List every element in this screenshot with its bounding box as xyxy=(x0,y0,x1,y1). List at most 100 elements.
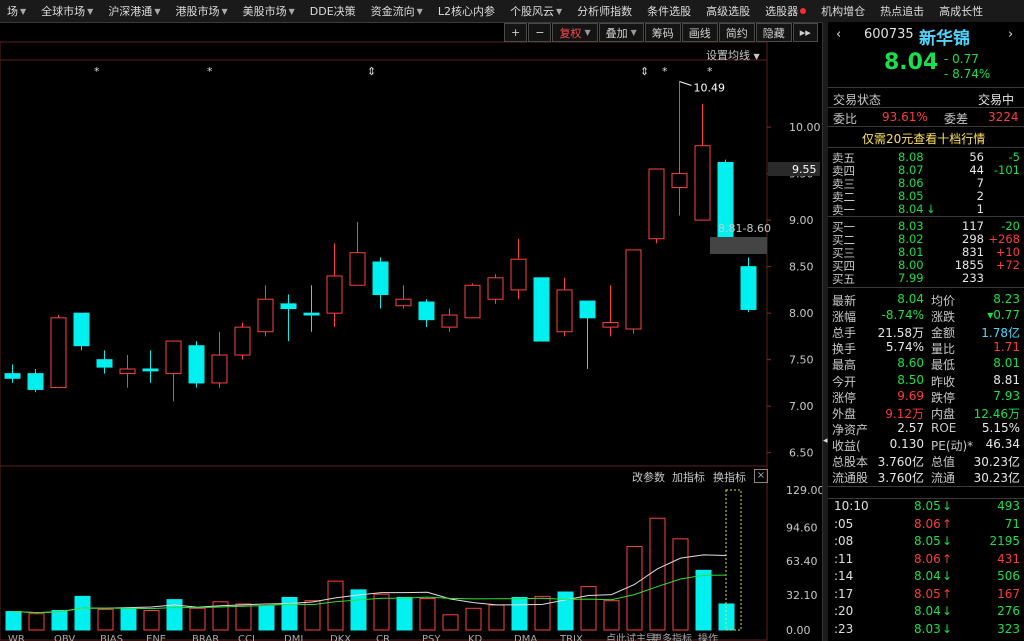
menu-item[interactable]: 沪深港通 ▼ xyxy=(101,0,168,22)
candle-body[interactable] xyxy=(142,368,159,372)
collapse-arrow-icon[interactable]: ◂ xyxy=(823,436,828,446)
menu-item[interactable]: 美股市场 ▼ xyxy=(236,0,303,22)
edit-params-button[interactable]: 改参数 xyxy=(632,469,665,485)
ask-row[interactable]: 卖四 8.07 44 -101 xyxy=(828,163,1024,178)
indicator-tab[interactable]: ENE xyxy=(146,633,166,641)
event-marker[interactable]: * xyxy=(207,65,213,78)
candle-body[interactable] xyxy=(556,289,573,333)
candle-body[interactable] xyxy=(487,277,504,300)
indicator-tab[interactable]: DKX xyxy=(330,633,351,641)
indicator-tab[interactable]: PSY xyxy=(422,633,441,641)
volume-bar[interactable] xyxy=(465,607,482,631)
candle-body[interactable] xyxy=(4,373,21,379)
candle-body[interactable] xyxy=(96,359,113,368)
candle-body[interactable] xyxy=(119,368,136,375)
ask-row[interactable]: 卖二 8.05 2 xyxy=(828,189,1024,204)
volume-bar[interactable] xyxy=(603,600,620,631)
candle-body[interactable] xyxy=(418,301,435,321)
indicator-tab[interactable]: 操作 xyxy=(698,633,718,641)
candle-body[interactable] xyxy=(211,354,228,384)
volume-bar[interactable] xyxy=(120,607,137,631)
candle-body[interactable] xyxy=(510,258,527,291)
candle-body[interactable] xyxy=(303,312,320,316)
candle-body[interactable] xyxy=(50,317,67,389)
volume-bar[interactable] xyxy=(74,595,91,631)
indicator-tab[interactable]: OBV xyxy=(54,633,75,641)
volume-bar[interactable] xyxy=(488,604,505,631)
event-marker[interactable]: * xyxy=(707,65,713,78)
menu-item[interactable]: 全球市场 ▼ xyxy=(34,0,101,22)
volume-bar[interactable] xyxy=(534,595,551,631)
menu-item[interactable]: 高成长性 xyxy=(932,0,991,22)
volume-bar[interactable] xyxy=(695,569,712,631)
add-indicator-button[interactable]: 加指标 xyxy=(672,469,705,485)
bid-row[interactable]: 买五 7.99 233 xyxy=(828,271,1024,286)
candle-body[interactable] xyxy=(257,298,274,333)
candle-body[interactable] xyxy=(441,314,458,328)
volume-bar[interactable] xyxy=(189,607,206,631)
bid-row[interactable]: 买二 8.02 298 +268 xyxy=(828,232,1024,247)
indicator-tab[interactable]: 点此试主导 xyxy=(606,633,656,641)
volume-bar[interactable] xyxy=(396,596,413,631)
ma-setting-button[interactable]: 设置均线 ▼ xyxy=(706,47,760,63)
bid-row[interactable]: 买一 8.03 117 -20 xyxy=(828,219,1024,234)
volume-bar[interactable] xyxy=(419,598,436,631)
volume-bar[interactable] xyxy=(281,596,298,631)
volume-bar[interactable] xyxy=(672,538,689,631)
bid-row[interactable]: 买四 8.00 1855 +72 xyxy=(828,258,1024,273)
menu-item[interactable]: 高级选股 xyxy=(699,0,758,22)
candle-body[interactable] xyxy=(372,261,389,296)
volume-bar[interactable] xyxy=(5,611,22,631)
indicator-tab[interactable]: WR xyxy=(8,633,25,641)
volume-bar[interactable] xyxy=(649,517,666,631)
menu-item[interactable]: 选股器 xyxy=(758,0,814,22)
candle-body[interactable] xyxy=(349,252,366,286)
volume-bar[interactable] xyxy=(557,591,574,631)
volume-bar[interactable] xyxy=(442,614,459,631)
indicator-tab[interactable]: 更多指标 xyxy=(652,633,692,641)
candle-body[interactable] xyxy=(27,373,44,390)
menu-item[interactable]: 条件选股 xyxy=(640,0,699,22)
candle-body[interactable] xyxy=(671,173,688,189)
zoom-in-button[interactable]: + xyxy=(504,23,528,42)
menu-item[interactable]: 热点追击 xyxy=(873,0,932,22)
close-icon[interactable]: × xyxy=(754,469,768,483)
menu-item[interactable]: 场 ▼ xyxy=(0,0,34,22)
candle-body[interactable] xyxy=(625,249,642,330)
switch-indicator-button[interactable]: 换指标 xyxy=(713,469,746,485)
candle-body[interactable] xyxy=(740,266,757,310)
indicator-tab[interactable]: DMI xyxy=(284,633,303,641)
candle-body[interactable] xyxy=(694,145,711,221)
candle-body[interactable] xyxy=(395,298,412,307)
kline-chart-area[interactable]: 10.009.509.008.508.007.507.006.509.5510.… xyxy=(0,22,822,641)
menu-item[interactable]: 个股风云 ▼ xyxy=(503,0,570,22)
indicator-tab[interactable]: BRAR xyxy=(192,633,219,641)
indicator-tab[interactable]: TRIX xyxy=(560,633,583,641)
event-marker[interactable]: ⇕ xyxy=(640,65,649,78)
hide-button[interactable]: 隐藏 xyxy=(755,23,792,42)
bid-row[interactable]: 买三 8.01 831 +10 xyxy=(828,245,1024,260)
menu-item[interactable]: 港股市场 ▼ xyxy=(168,0,235,22)
candle-body[interactable] xyxy=(165,340,182,375)
ask-row[interactable]: 卖三 8.06 7 xyxy=(828,176,1024,191)
volume-bar[interactable] xyxy=(28,613,45,631)
volume-bar[interactable] xyxy=(580,586,597,631)
more-arrow-icon[interactable]: ▸▸ xyxy=(792,23,818,42)
ask-row[interactable]: 卖五 8.08 56 -5 xyxy=(828,150,1024,165)
next-stock-icon[interactable]: › xyxy=(1008,27,1013,42)
indicator-tab[interactable]: BIAS xyxy=(100,633,123,641)
candle-body[interactable] xyxy=(464,284,481,319)
menu-item[interactable]: 分析师指数 xyxy=(570,0,640,22)
menu-item[interactable]: DDE决策 xyxy=(303,0,364,22)
candle-body[interactable] xyxy=(280,303,297,310)
menu-item[interactable]: 资金流向 ▼ xyxy=(364,0,431,22)
overlay-button[interactable]: 叠加 ▼ xyxy=(598,23,644,42)
event-marker[interactable]: * xyxy=(94,65,100,78)
zoom-out-button[interactable]: − xyxy=(528,23,552,42)
candle-body[interactable] xyxy=(188,345,205,384)
menu-item[interactable]: 机构增仓 xyxy=(814,0,873,22)
volume-bar[interactable] xyxy=(626,545,643,631)
simple-mode-button[interactable]: 简约 xyxy=(718,23,755,42)
prev-stock-icon[interactable]: ‹ xyxy=(836,27,841,42)
kline-chart[interactable]: 10.009.509.008.508.007.507.006.509.5510.… xyxy=(0,22,822,641)
